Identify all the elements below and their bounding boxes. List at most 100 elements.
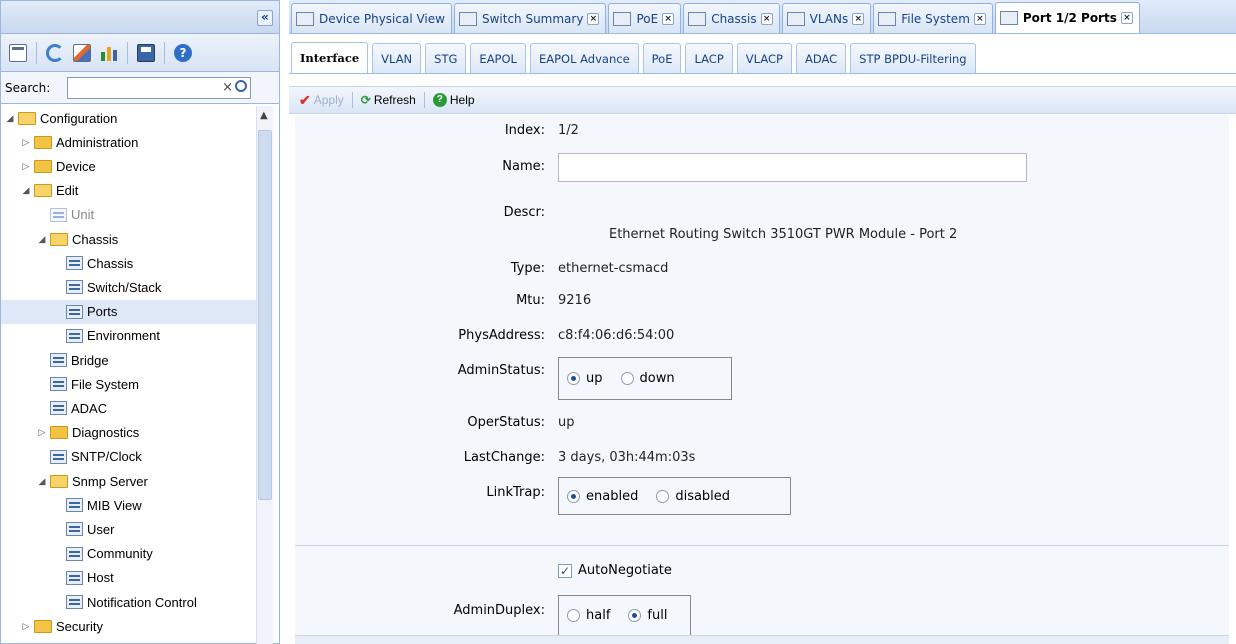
tree-item-ports[interactable]: Ports bbox=[1, 299, 257, 324]
name-field[interactable] bbox=[558, 153, 1027, 182]
clear-icon[interactable]: × bbox=[222, 80, 233, 95]
adminduplex-half-radio[interactable]: half bbox=[567, 608, 610, 623]
linktrap-label: LinkTrap: bbox=[486, 485, 545, 500]
folder-icon bbox=[34, 135, 52, 149]
table-icon bbox=[613, 11, 632, 26]
list-icon bbox=[66, 280, 83, 295]
tree-item-configuration[interactable]: ◢ Configuration bbox=[1, 106, 257, 130]
edit-icon[interactable] bbox=[73, 43, 91, 62]
tree-item-snmp-server[interactable]: ◢ Snmp Server bbox=[1, 469, 257, 493]
subtab-vlan[interactable]: VLAN bbox=[372, 43, 422, 73]
tree-item-file-system[interactable]: File System bbox=[1, 372, 257, 396]
tree-item-chassis[interactable]: Chassis bbox=[1, 251, 257, 275]
search-input[interactable]: × bbox=[67, 76, 251, 99]
expand-icon[interactable]: ▷ bbox=[21, 137, 31, 148]
list-icon bbox=[66, 522, 83, 537]
tree-item-community[interactable]: Community bbox=[1, 542, 257, 566]
name-label: Name: bbox=[502, 159, 545, 174]
adminstatus-radio-group: up down bbox=[558, 357, 732, 400]
adminduplex-full-radio[interactable]: full bbox=[628, 608, 667, 623]
scroll-up-icon[interactable]: ▲ bbox=[260, 110, 268, 121]
tab-device-physical-view[interactable]: Device Physical View bbox=[291, 3, 452, 33]
tree-item-security[interactable]: ▷ Security bbox=[1, 614, 257, 638]
tree-item-administration[interactable]: ▷ Administration bbox=[1, 130, 257, 154]
toolbar-divider bbox=[351, 92, 353, 108]
tab-chassis[interactable]: Chassis × bbox=[683, 3, 780, 33]
collapse-icon[interactable]: ◢ bbox=[21, 185, 31, 196]
expand-icon[interactable]: ▷ bbox=[21, 161, 31, 172]
apply-button[interactable]: ✔ Apply bbox=[299, 92, 344, 109]
tree-item-chassis[interactable]: ◢ Chassis bbox=[1, 227, 257, 251]
tree-scrollbar[interactable]: ▲ bbox=[256, 106, 273, 644]
subtab-eapol[interactable]: EAPOL bbox=[470, 43, 526, 73]
tab-file-system[interactable]: File System × bbox=[873, 3, 993, 33]
tree-item-switch-stack[interactable]: Switch/Stack bbox=[1, 275, 257, 299]
tree-item-mib-view[interactable]: MIB View bbox=[1, 493, 257, 517]
close-tab-icon[interactable]: × bbox=[1120, 12, 1133, 24]
tree-item-environment[interactable]: Environment bbox=[1, 324, 257, 348]
toolbar-divider bbox=[423, 92, 425, 108]
subtab-interface[interactable]: Interface bbox=[291, 42, 369, 73]
tree-item-notification-control[interactable]: Notification Control bbox=[1, 590, 257, 614]
device-icon[interactable] bbox=[9, 43, 27, 62]
tree-item-device[interactable]: ▷ Device bbox=[1, 154, 257, 178]
tree-item-adac[interactable]: ADAC bbox=[1, 396, 257, 420]
subtab-poe[interactable]: PoE bbox=[642, 43, 682, 73]
tree-item-user[interactable]: User bbox=[1, 517, 257, 541]
tree-item-unit[interactable]: Unit bbox=[1, 203, 257, 227]
tree-item-diagnostics[interactable]: ▷ Diagnostics bbox=[1, 421, 257, 445]
close-tab-icon[interactable]: × bbox=[973, 12, 986, 25]
adminstatus-up-radio[interactable]: up bbox=[567, 371, 603, 386]
refresh-button[interactable]: ⟳ Refresh bbox=[361, 93, 416, 107]
close-tab-icon[interactable]: × bbox=[760, 12, 773, 25]
left-panel-header: « bbox=[0, 0, 280, 34]
help-icon[interactable]: ? bbox=[174, 43, 192, 62]
adminduplex-label: AdminDuplex: bbox=[453, 603, 545, 618]
collapse-icon[interactable]: ◢ bbox=[37, 476, 47, 487]
autonegotiate-checkbox[interactable]: ✓ AutoNegotiate bbox=[558, 563, 672, 578]
subtab-adac[interactable]: ADAC bbox=[795, 43, 847, 73]
tab-vlans[interactable]: VLANs × bbox=[781, 3, 872, 33]
scrollbar-thumb[interactable] bbox=[258, 130, 272, 500]
tree-item-bridge[interactable]: Bridge bbox=[1, 348, 257, 372]
close-tab-icon[interactable]: × bbox=[662, 12, 675, 25]
expand-icon[interactable]: ▷ bbox=[21, 621, 31, 632]
tab-port-1-2-ports[interactable]: Port 1/2 Ports × bbox=[994, 2, 1140, 33]
tab-switch-summary[interactable]: Switch Summary × bbox=[453, 3, 607, 33]
subtab-stg[interactable]: STG bbox=[425, 43, 467, 73]
table-icon bbox=[999, 11, 1018, 25]
subtab-lacp[interactable]: LACP bbox=[685, 43, 733, 73]
action-toolbar: ✔ Apply ⟳ Refresh ? Help bbox=[289, 86, 1236, 114]
list-icon bbox=[50, 401, 67, 416]
search-icon[interactable] bbox=[235, 79, 247, 92]
horizontal-scrollbar[interactable] bbox=[295, 635, 1229, 644]
mtu-value: 9216 bbox=[558, 293, 592, 308]
subtab-eapol-advance[interactable]: EAPOL Advance bbox=[529, 43, 639, 73]
folder-open-icon bbox=[18, 111, 36, 125]
tab-poe[interactable]: PoE × bbox=[608, 3, 682, 33]
radio-selected-icon bbox=[567, 372, 580, 385]
expand-icon[interactable]: ▷ bbox=[37, 427, 47, 438]
save-icon[interactable] bbox=[137, 43, 155, 62]
refresh-icon[interactable] bbox=[46, 43, 64, 62]
subtab-vlacp[interactable]: VLACP bbox=[736, 43, 792, 73]
tree-item-edit[interactable]: ◢ Edit bbox=[1, 179, 257, 203]
linktrap-disabled-radio[interactable]: disabled bbox=[656, 489, 730, 504]
radio-empty-icon bbox=[567, 609, 580, 622]
close-tab-icon[interactable]: × bbox=[852, 12, 865, 25]
tree-item-sntp-clock[interactable]: SNTP/Clock bbox=[1, 445, 257, 469]
tree-item-host[interactable]: Host bbox=[1, 566, 257, 590]
subtab-stp-bpdu-filtering[interactable]: STP BPDU-Filtering bbox=[850, 43, 976, 73]
tree-item-label: MIB View bbox=[87, 497, 142, 513]
collapse-panel-button[interactable]: « bbox=[257, 10, 273, 26]
collapse-icon[interactable]: ◢ bbox=[5, 113, 15, 124]
collapse-icon[interactable]: ◢ bbox=[37, 234, 47, 245]
close-tab-icon[interactable]: × bbox=[587, 12, 600, 25]
help-button[interactable]: ? Help bbox=[432, 93, 475, 107]
graph-icon[interactable] bbox=[100, 44, 118, 62]
adminduplex-radio-group: half full bbox=[558, 595, 691, 635]
adminstatus-down-radio[interactable]: down bbox=[620, 371, 675, 386]
tree-item-label: Administration bbox=[56, 134, 139, 150]
section-divider bbox=[295, 545, 1229, 546]
linktrap-enabled-radio[interactable]: enabled bbox=[567, 489, 638, 504]
